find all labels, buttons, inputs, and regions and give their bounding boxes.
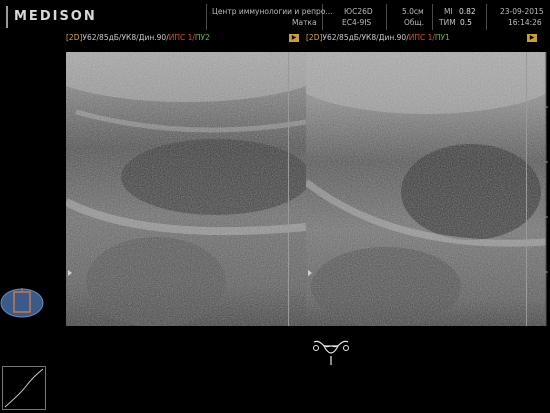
exam-time: 16:14:26 (508, 18, 542, 27)
left-image-params: [2D]У62/85дБ/УК8/Дин.90/ИПС 1/ПУ2 (66, 33, 210, 42)
right-depth-marker (526, 52, 527, 326)
right-ultrasound-image[interactable] (306, 52, 546, 326)
probe-model: ЮС26D (344, 7, 373, 16)
logo-bar (6, 6, 8, 28)
preset-name: Общ. (404, 18, 424, 27)
header-divider (386, 4, 387, 30)
left-scan-params: У62/85дБ/УК8/Дин.90/ (82, 33, 169, 42)
left-ips-tag: ИПС 1/ (168, 33, 195, 42)
uterus-bodymark-icon (312, 338, 350, 366)
left-active-badge[interactable]: ▶ (289, 34, 299, 42)
transducer-name: EC4-9IS (342, 18, 372, 27)
depth-value: 5.0см (402, 7, 424, 16)
gray-curve-icon (2, 366, 46, 410)
mi-value: 0.82 (459, 7, 476, 16)
header-divider (486, 4, 487, 30)
right-ips-tag: ИПС 1/ (408, 33, 435, 42)
depth-scale (544, 52, 548, 326)
left-depth-marker (288, 52, 289, 326)
study-name: Матка (292, 18, 317, 27)
tim-value: 0.5 (460, 18, 472, 27)
right-orientation-mark (308, 270, 312, 276)
header-divider (432, 4, 433, 30)
left-mode-tag: [2D] (66, 33, 83, 42)
brand-logo: MEDISON (14, 9, 97, 24)
right-image-params: [2D]У62/85дБ/УК8/Дин.90/ИПС 1/ПУ1 (306, 33, 450, 42)
right-pu-tag: ПУ1 (434, 33, 450, 42)
left-ultrasound-image[interactable] (66, 52, 306, 326)
tim-label: ТИМ (439, 18, 456, 27)
right-mode-tag: [2D] (306, 33, 323, 42)
exam-date: 23-09-2015 (500, 7, 544, 16)
mi-label: MI (444, 7, 453, 16)
institution-name: Центр иммунологии и репро... (212, 7, 333, 16)
left-pu-tag: ПУ2 (194, 33, 210, 42)
right-active-badge[interactable]: ▶ (527, 34, 537, 42)
transvaginal-probe-icon (0, 288, 44, 318)
left-orientation-mark (68, 270, 72, 276)
right-scan-params: У62/85дБ/УК8/Дин.90/ (322, 33, 409, 42)
header-divider (206, 4, 207, 30)
